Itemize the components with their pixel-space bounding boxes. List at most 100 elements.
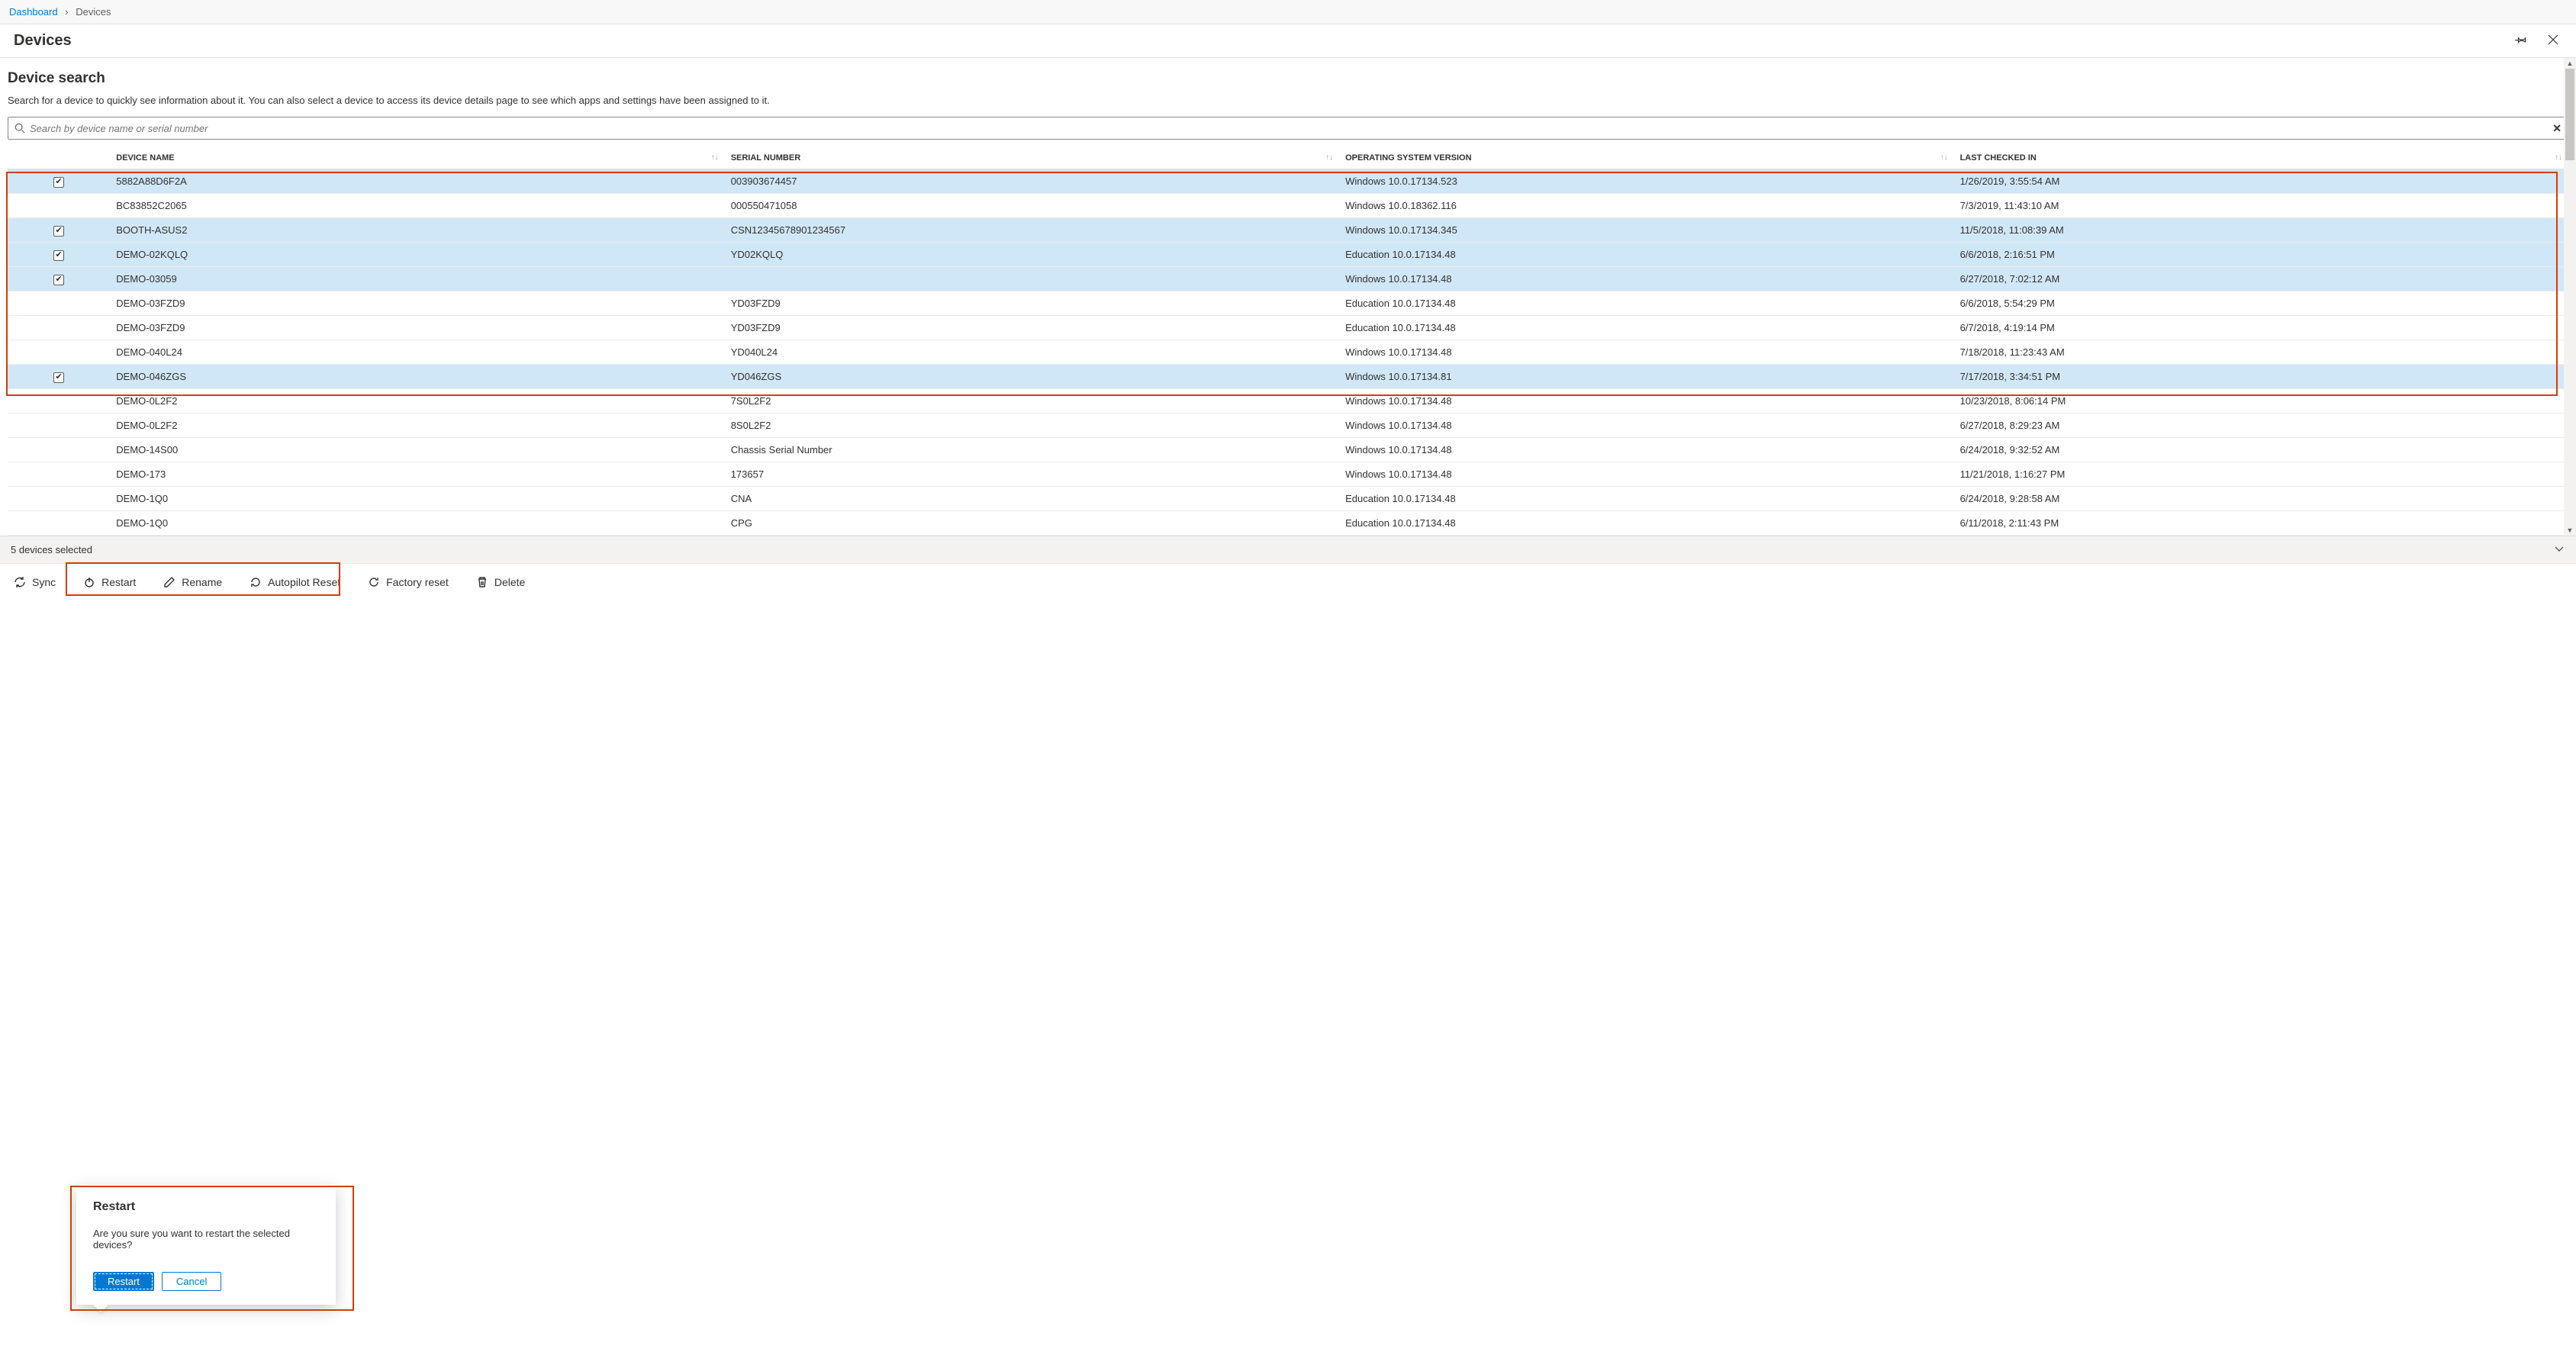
sync-button[interactable]: Sync <box>11 571 59 593</box>
row-checkbox-cell[interactable] <box>8 218 110 243</box>
row-checkbox-cell[interactable] <box>8 316 110 340</box>
row-checkbox-cell[interactable] <box>8 365 110 389</box>
pin-button[interactable] <box>2512 31 2530 51</box>
row-checkbox-cell[interactable] <box>8 267 110 291</box>
table-row[interactable]: DEMO-02KQLQYD02KQLQEducation 10.0.17134.… <box>8 243 2568 267</box>
cell-os: Windows 10.0.18362.116 <box>1339 194 1953 218</box>
devices-table: DEVICE NAME↑↓ SERIAL NUMBER↑↓ OPERATING … <box>8 147 2568 536</box>
dialog-cancel-button[interactable]: Cancel <box>162 1272 221 1291</box>
device-search-section: Device search Search for a device to qui… <box>0 58 2576 536</box>
cell-checkin: 6/27/2018, 8:29:23 AM <box>1954 414 2568 438</box>
cell-serial: 003903674457 <box>725 169 1339 194</box>
row-checkbox-cell[interactable] <box>8 291 110 316</box>
cell-os: Education 10.0.17134.48 <box>1339 487 1953 511</box>
column-checkin[interactable]: LAST CHECKED IN↑↓ <box>1954 147 2568 169</box>
cell-os: Windows 10.0.17134.48 <box>1339 438 1953 462</box>
cell-checkin: 6/6/2018, 5:54:29 PM <box>1954 291 2568 316</box>
table-row[interactable]: DEMO-0L2F27S0L2F2Windows 10.0.17134.4810… <box>8 389 2568 414</box>
cell-os: Windows 10.0.17134.523 <box>1339 169 1953 194</box>
cell-serial: YD03FZD9 <box>725 291 1339 316</box>
scroll-down-icon[interactable]: ▼ <box>2564 526 2576 534</box>
cell-checkin: 10/23/2018, 8:06:14 PM <box>1954 389 2568 414</box>
cell-checkin: 7/18/2018, 11:23:43 AM <box>1954 340 2568 365</box>
rename-button[interactable]: Rename <box>160 571 225 593</box>
dialog-confirm-button[interactable]: Restart <box>93 1272 154 1291</box>
table-row[interactable]: DEMO-03FZD9YD03FZD9Education 10.0.17134.… <box>8 291 2568 316</box>
search-input[interactable] <box>30 123 2552 134</box>
cell-name: BC83852C2065 <box>110 194 724 218</box>
cell-os: Windows 10.0.17134.81 <box>1339 365 1953 389</box>
table-row[interactable]: DEMO-14S00Chassis Serial NumberWindows 1… <box>8 438 2568 462</box>
checkbox[interactable] <box>53 275 64 285</box>
breadcrumb-root[interactable]: Dashboard <box>9 6 58 18</box>
cell-name: DEMO-02KQLQ <box>110 243 724 267</box>
table-row[interactable]: DEMO-040L24YD040L24Windows 10.0.17134.48… <box>8 340 2568 365</box>
restart-dialog: Restart Are you sure you want to restart… <box>76 1185 336 1305</box>
cell-os: Windows 10.0.17134.48 <box>1339 462 1953 487</box>
cell-checkin: 6/11/2018, 2:11:43 PM <box>1954 511 2568 536</box>
delete-button[interactable]: Delete <box>473 571 528 593</box>
cell-serial: 000550471058 <box>725 194 1339 218</box>
vertical-scrollbar[interactable]: ▲ ▼ <box>2564 58 2576 536</box>
cell-name: DEMO-1Q0 <box>110 511 724 536</box>
row-checkbox-cell[interactable] <box>8 169 110 194</box>
row-checkbox-cell[interactable] <box>8 243 110 267</box>
row-checkbox-cell[interactable] <box>8 194 110 218</box>
search-box[interactable]: ✕ <box>8 117 2568 140</box>
table-row[interactable]: DEMO-046ZGSYD046ZGSWindows 10.0.17134.81… <box>8 365 2568 389</box>
table-row[interactable]: BC83852C2065000550471058Windows 10.0.183… <box>8 194 2568 218</box>
row-checkbox-cell[interactable] <box>8 511 110 536</box>
checkbox[interactable] <box>53 372 64 383</box>
row-checkbox-cell[interactable] <box>8 389 110 414</box>
cell-serial: 8S0L2F2 <box>725 414 1339 438</box>
close-button[interactable] <box>2544 31 2562 51</box>
page-title: Devices <box>14 32 72 50</box>
checkbox[interactable] <box>53 177 64 188</box>
row-checkbox-cell[interactable] <box>8 487 110 511</box>
column-checkbox[interactable] <box>8 147 110 169</box>
search-clear-icon[interactable]: ✕ <box>2552 122 2562 135</box>
pin-icon <box>2515 34 2527 46</box>
table-row[interactable]: DEMO-1Q0CNAEducation 10.0.17134.486/24/2… <box>8 487 2568 511</box>
cell-checkin: 7/3/2019, 11:43:10 AM <box>1954 194 2568 218</box>
column-device-name[interactable]: DEVICE NAME↑↓ <box>110 147 724 169</box>
cell-name: DEMO-03FZD9 <box>110 316 724 340</box>
row-checkbox-cell[interactable] <box>8 462 110 487</box>
cell-checkin: 7/17/2018, 3:34:51 PM <box>1954 365 2568 389</box>
dialog-title: Restart <box>93 1200 319 1214</box>
autopilot-reset-button[interactable]: Autopilot Reset <box>246 571 343 593</box>
restart-button[interactable]: Restart <box>80 571 139 593</box>
row-checkbox-cell[interactable] <box>8 414 110 438</box>
row-checkbox-cell[interactable] <box>8 340 110 365</box>
cell-name: DEMO-040L24 <box>110 340 724 365</box>
table-row[interactable]: DEMO-03059Windows 10.0.17134.486/27/2018… <box>8 267 2568 291</box>
row-checkbox-cell[interactable] <box>8 438 110 462</box>
autopilot-icon <box>250 576 262 588</box>
chevron-down-icon[interactable] <box>2553 542 2565 557</box>
cell-name: DEMO-14S00 <box>110 438 724 462</box>
column-os[interactable]: OPERATING SYSTEM VERSION↑↓ <box>1339 147 1953 169</box>
sort-icon: ↑↓ <box>1940 153 1948 162</box>
checkbox[interactable] <box>53 250 64 261</box>
dialog-message: Are you sure you want to restart the sel… <box>93 1228 319 1251</box>
cell-os: Education 10.0.17134.48 <box>1339 243 1953 267</box>
table-row[interactable]: DEMO-1Q0CPGEducation 10.0.17134.486/11/2… <box>8 511 2568 536</box>
cell-os: Education 10.0.17134.48 <box>1339 316 1953 340</box>
table-row[interactable]: DEMO-0L2F28S0L2F2Windows 10.0.17134.486/… <box>8 414 2568 438</box>
breadcrumb-current: Devices <box>76 6 111 18</box>
scroll-up-icon[interactable]: ▲ <box>2564 60 2576 67</box>
checkbox[interactable] <box>53 226 64 237</box>
breadcrumb-separator: › <box>65 6 68 18</box>
table-row[interactable]: DEMO-173173657Windows 10.0.17134.4811/21… <box>8 462 2568 487</box>
cell-serial: YD03FZD9 <box>725 316 1339 340</box>
table-row[interactable]: BOOTH-ASUS2CSN12345678901234567Windows 1… <box>8 218 2568 243</box>
breadcrumb: Dashboard › Devices <box>0 0 2576 24</box>
column-serial[interactable]: SERIAL NUMBER↑↓ <box>725 147 1339 169</box>
cell-name: DEMO-1Q0 <box>110 487 724 511</box>
scrollbar-thumb[interactable] <box>2565 69 2574 160</box>
factory-reset-button[interactable]: Factory reset <box>365 571 452 593</box>
table-row[interactable]: DEMO-03FZD9YD03FZD9Education 10.0.17134.… <box>8 316 2568 340</box>
table-row[interactable]: 5882A88D6F2A003903674457Windows 10.0.171… <box>8 169 2568 194</box>
cell-name: DEMO-173 <box>110 462 724 487</box>
cell-os: Windows 10.0.17134.345 <box>1339 218 1953 243</box>
